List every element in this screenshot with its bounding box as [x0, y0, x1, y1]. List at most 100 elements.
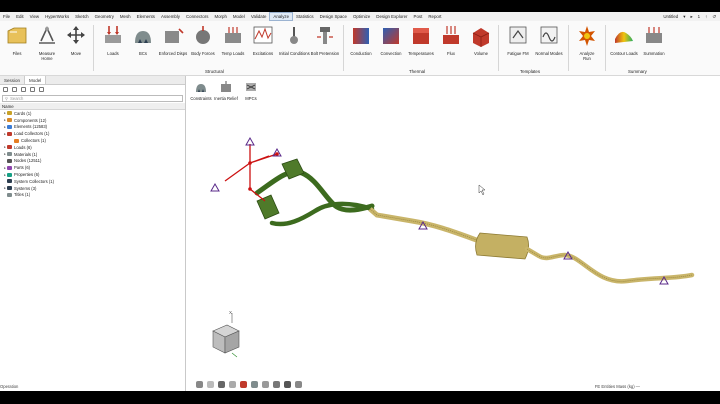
name-column-header[interactable]: Name	[0, 103, 185, 110]
model-name[interactable]: Untitled	[663, 14, 678, 19]
menu-assembly[interactable]: Assembly	[158, 12, 183, 21]
view-icon[interactable]	[196, 381, 203, 388]
tree-item-label: Components (12)	[14, 117, 47, 123]
green-pipe-lower[interactable]	[269, 201, 375, 227]
exhaust-model-view[interactable]: X	[187, 109, 720, 391]
tree-item[interactable]: ▸ Properties (6)	[0, 171, 185, 178]
normal-modes-button[interactable]: Normal Modes	[534, 23, 564, 56]
expand-icon[interactable]	[21, 87, 26, 92]
tree-item[interactable]: Collectors (1)	[0, 137, 185, 144]
menu-hyperworks[interactable]: HyperWorks	[42, 12, 72, 21]
hanger-node[interactable]	[248, 187, 252, 191]
fit-icon[interactable]	[251, 381, 258, 388]
tail-pipe[interactable]	[524, 246, 695, 284]
main-pipe[interactable]	[368, 207, 483, 245]
catalytic-converter-2[interactable]	[256, 194, 280, 220]
tree-item[interactable]: ▸ Cards (1)	[0, 110, 185, 117]
excitations-button[interactable]: Excitations	[248, 23, 278, 56]
tree-item[interactable]: ▸ Components (12)	[0, 117, 185, 124]
move-button[interactable]: Move	[61, 23, 91, 56]
contour-loads-button[interactable]: Contour Loads	[609, 23, 639, 56]
menu-view[interactable]: View	[27, 12, 42, 21]
chevron-down-icon[interactable]: ▾	[683, 14, 685, 20]
initial-conditions-button[interactable]: Initial Conditions	[279, 23, 310, 56]
view-icon[interactable]	[12, 87, 17, 92]
axis-icon[interactable]	[262, 381, 269, 388]
menu-morph[interactable]: Morph	[211, 12, 229, 21]
tab-session[interactable]: Session	[0, 76, 24, 84]
menu-model[interactable]: Model	[230, 12, 248, 21]
menu-analyze[interactable]: Analyze	[269, 12, 294, 21]
files-button[interactable]: Files	[2, 23, 32, 56]
tree-item[interactable]: ▸ Load Collectors (1)	[0, 130, 185, 137]
body-forces-button[interactable]: Body Forces	[188, 23, 218, 56]
tree-item[interactable]: ▸ Parts (6)	[0, 164, 185, 171]
tree-item[interactable]: ▸ Loads (6)	[0, 144, 185, 151]
search-input[interactable]: ⚲ Search	[2, 95, 183, 102]
up-arrow-icon[interactable]: ↑	[705, 14, 707, 19]
inertia-relief-button[interactable]: Inertia Relief	[213, 80, 239, 101]
loads-button[interactable]: Loads	[98, 23, 128, 56]
bcs-button[interactable]: BCs	[128, 23, 158, 56]
filter-icon[interactable]	[3, 87, 8, 92]
refresh-icon[interactable]: ↺	[712, 14, 716, 20]
tree-item[interactable]: System Collectors (1)	[0, 178, 185, 185]
graphics-viewport[interactable]: X	[187, 109, 720, 391]
rotate-icon[interactable]	[295, 381, 302, 388]
menu-sketch[interactable]: Sketch	[72, 12, 91, 21]
flux-button[interactable]: Flux	[436, 23, 466, 56]
volume-button[interactable]: Volume	[466, 23, 496, 56]
tree-item[interactable]: ▸ Elements (12583)	[0, 124, 185, 131]
color-icon[interactable]	[240, 381, 247, 388]
mesh-icon[interactable]	[229, 381, 236, 388]
convection-button[interactable]: Convection	[376, 23, 406, 56]
fatigue-fm-button[interactable]: Fatigue FM	[503, 23, 533, 56]
constraint-marker[interactable]	[210, 182, 220, 192]
menu-optimize[interactable]: Optimize	[350, 12, 373, 21]
hanger-node[interactable]	[248, 161, 252, 165]
camera-icon[interactable]	[218, 381, 225, 388]
menu-connectors[interactable]: Connectors	[183, 12, 211, 21]
menu-file[interactable]: File	[0, 12, 13, 21]
body-forces-icon	[196, 26, 210, 44]
tree-item-label: Cards (1)	[14, 110, 32, 116]
hanger-node[interactable]	[275, 152, 279, 156]
collapse-icon[interactable]	[30, 87, 35, 92]
menu-edit[interactable]: Edit	[13, 12, 27, 21]
entity-type-icon	[7, 124, 12, 129]
zoom-icon[interactable]	[284, 381, 291, 388]
summation-button[interactable]: Summation	[639, 23, 669, 56]
menu-design-space[interactable]: Design Space	[317, 12, 350, 21]
constraints-button[interactable]: Constraints	[189, 80, 213, 101]
constraint-marker[interactable]	[245, 136, 255, 146]
menu-geometry[interactable]: Geometry	[92, 12, 117, 21]
tree-item[interactable]: ▸ Materials (1)	[0, 151, 185, 158]
mpcs-button[interactable]: MPCs	[239, 80, 263, 101]
menu-post[interactable]: Post	[411, 12, 426, 21]
conduction-button[interactable]: Conduction	[346, 23, 376, 56]
menu-design-explorer[interactable]: Design Explorer	[373, 12, 410, 21]
enforced-disps-button[interactable]: Enforced Disps	[158, 23, 188, 56]
analyze-button[interactable]: Analyze Run	[572, 23, 602, 61]
shading-icon[interactable]	[207, 381, 214, 388]
settings-icon[interactable]	[39, 87, 44, 92]
menu-statistics[interactable]: Statistics	[293, 12, 317, 21]
menu-report[interactable]: Report	[425, 12, 444, 21]
temp-loads-button[interactable]: Temp Loads	[218, 23, 248, 56]
bolt-pretension-button[interactable]: Bolt Pretension	[310, 23, 340, 56]
play-icon[interactable]: ▸	[690, 14, 692, 20]
muffler[interactable]	[475, 232, 529, 260]
pan-icon[interactable]	[273, 381, 280, 388]
tree-item[interactable]: ▸ Systems (3)	[0, 185, 185, 192]
menu-elements[interactable]: Elements	[134, 12, 158, 21]
tree-item[interactable]: Titles (1)	[0, 192, 185, 199]
temperatures-button[interactable]: Temperatures	[406, 23, 436, 56]
menu-mesh[interactable]: Mesh	[117, 12, 134, 21]
structural-group-label: Structural	[205, 69, 224, 74]
view-cube[interactable]	[212, 313, 240, 358]
model-browser-panel: Session Model ⚲ Search Name ▸ Cards (1) ▸ C…	[0, 76, 186, 391]
measure-button[interactable]: Measure Home	[32, 23, 62, 61]
menu-validate[interactable]: Validate	[248, 12, 270, 21]
tab-model[interactable]: Model	[24, 76, 47, 84]
tree-item[interactable]: Nodes (12511)	[0, 158, 185, 165]
